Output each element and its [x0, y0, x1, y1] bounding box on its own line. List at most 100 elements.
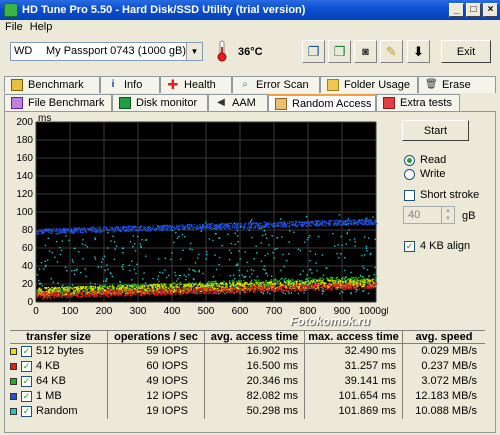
data-point [93, 230, 96, 232]
write-radio[interactable]: Write [404, 168, 445, 180]
data-point [100, 290, 103, 292]
chevron-down-icon[interactable]: ▼ [186, 43, 202, 60]
tab-folder-usage[interactable]: Folder Usage [320, 76, 418, 93]
series-checkbox[interactable]: ✓ [21, 361, 32, 372]
tab-file-benchmark[interactable]: File Benchmark [4, 94, 112, 111]
series-checkbox[interactable]: ✓ [21, 391, 32, 402]
tab-health[interactable]: ✚ Health [160, 76, 232, 93]
data-point [122, 285, 124, 287]
data-point [366, 221, 368, 223]
tab-benchmark[interactable]: Benchmark [4, 76, 100, 93]
data-point [242, 227, 245, 229]
data-point [277, 288, 280, 291]
data-point [358, 277, 360, 279]
data-point [349, 239, 351, 241]
data-point [208, 223, 210, 225]
data-point [270, 275, 273, 277]
data-point [290, 283, 292, 285]
spinner-arrows-icon[interactable]: ▲ ▼ [441, 207, 454, 223]
data-point [273, 285, 275, 287]
read-radio[interactable]: Read [404, 154, 446, 166]
start-button[interactable]: Start [402, 120, 469, 141]
data-point [149, 291, 151, 293]
maximize-button[interactable]: □ [466, 3, 481, 17]
data-point [332, 281, 334, 284]
data-point [120, 287, 122, 289]
data-point [175, 293, 177, 295]
copy-text-button[interactable]: ❐ [302, 40, 325, 63]
short-stroke-checkbox[interactable]: Short stroke [404, 189, 479, 201]
save-button[interactable]: ⬇ [407, 40, 430, 63]
tab-erase[interactable]: 🗑 Erase [418, 76, 496, 93]
data-point [228, 282, 231, 284]
series-checkbox[interactable]: ✓ [21, 406, 32, 417]
data-point [284, 221, 286, 224]
data-point [71, 293, 73, 295]
data-point [41, 285, 44, 287]
data-point [159, 285, 161, 287]
data-point [238, 274, 240, 277]
data-point [292, 279, 294, 281]
data-point [228, 222, 231, 225]
tab-disk-monitor[interactable]: Disk monitor [112, 94, 208, 111]
data-point [269, 223, 272, 225]
y-axis-unit: ms [38, 114, 51, 124]
data-point [122, 247, 125, 249]
data-point [161, 284, 163, 286]
data-point [110, 289, 112, 291]
read-radio-indicator [404, 154, 415, 166]
align-checkbox[interactable]: ✓ 4 KB align [404, 240, 470, 252]
copy-info-button[interactable]: ❐ [328, 40, 351, 63]
data-point [247, 285, 250, 287]
data-point [166, 289, 168, 292]
data-point [123, 287, 125, 289]
data-point [269, 286, 271, 288]
drive-select[interactable]: WD My Passport 0743 (1000 gB) ▼ [10, 42, 203, 61]
data-point [301, 282, 303, 284]
close-button[interactable]: × [483, 3, 498, 17]
tab-info[interactable]: i Info [100, 76, 160, 93]
data-point [199, 281, 202, 283]
series-checkbox[interactable]: ✓ [21, 346, 32, 357]
data-point [137, 291, 139, 293]
menu-file[interactable]: File [3, 20, 28, 35]
data-point [103, 293, 105, 295]
data-point [341, 276, 344, 279]
data-point [298, 221, 300, 223]
data-point [340, 235, 342, 238]
short-stroke-spinner[interactable]: 40 ▲ ▼ [403, 206, 455, 224]
exit-button[interactable]: Exit [441, 40, 491, 63]
data-point [179, 293, 181, 296]
data-point [193, 223, 195, 226]
x-tick-label: 100 [62, 306, 79, 317]
data-point [171, 283, 173, 285]
minimize-button[interactable]: _ [449, 3, 464, 17]
tab-random-access[interactable]: Random Access [268, 94, 376, 111]
data-point [284, 278, 287, 280]
data-point [150, 230, 152, 232]
data-point [330, 289, 332, 291]
data-point [209, 285, 211, 287]
tab-extra-tests[interactable]: Extra tests [376, 94, 460, 111]
data-point [225, 226, 228, 228]
data-point [120, 291, 123, 294]
tab-error-scan[interactable]: ⌕ Error Scan [232, 76, 320, 93]
tab-aam[interactable]: ◀ AAM [208, 94, 268, 111]
data-point [125, 290, 127, 293]
short-stroke-box [404, 189, 415, 201]
data-point [304, 285, 306, 287]
data-point [121, 290, 123, 293]
data-point [352, 224, 355, 226]
series-checkbox[interactable]: ✓ [21, 376, 32, 387]
data-point [346, 285, 348, 288]
options-icon: ✎ [386, 43, 397, 59]
options-button[interactable]: ✎ [380, 40, 403, 63]
screenshot-button[interactable]: ◙ [354, 40, 377, 63]
data-point [264, 224, 266, 227]
data-point [249, 276, 251, 278]
data-point [71, 284, 74, 286]
data-point [142, 278, 144, 280]
menu-help[interactable]: Help [28, 20, 58, 35]
data-point [48, 289, 50, 292]
data-point [120, 294, 122, 296]
